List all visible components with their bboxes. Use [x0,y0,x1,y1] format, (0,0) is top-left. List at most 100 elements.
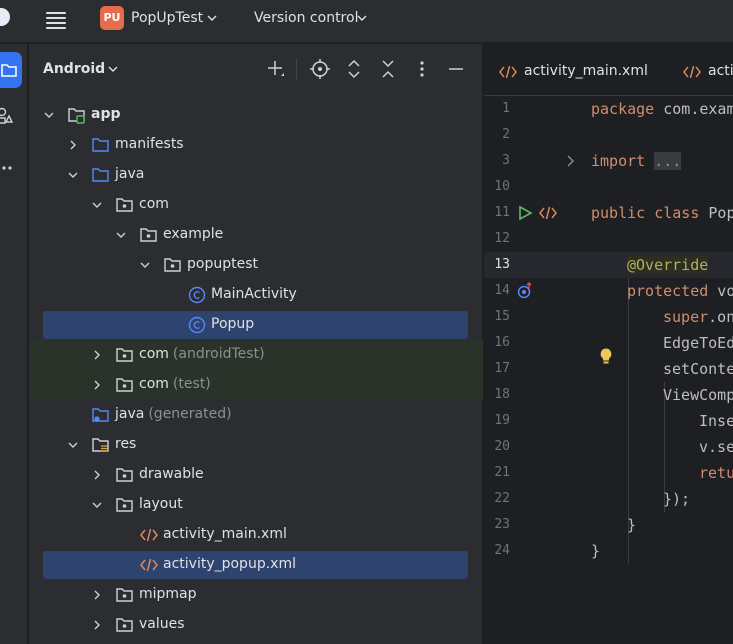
tree-item-layout[interactable]: layout [29,490,483,520]
options-menu-icon[interactable] [411,58,433,80]
package-icon [116,348,133,362]
tree-item-example[interactable]: example [29,220,483,250]
code-area[interactable]: 1 2 3 10 11 12 13 14 15 16 17 18 19 20 2… [484,96,733,644]
expanded-arrow-icon[interactable] [91,199,103,211]
line-number: 15 [494,309,510,324]
tree-item-mainactivity[interactable]: MainActivity [29,280,483,310]
expanded-arrow-icon[interactable] [91,499,103,511]
resource-folder-icon [92,438,109,452]
selection-highlight [43,311,468,339]
code-line-23: } [627,516,637,534]
tree-item-label: example [163,226,224,242]
tree-item-app[interactable]: app [29,100,483,130]
tree-item-popuptest[interactable]: popuptest [29,250,483,280]
code-line-22: }); [663,490,691,508]
folded-imports[interactable]: ... [654,152,682,170]
more-tools-icon[interactable] [0,158,14,178]
tree-item-label: com (test) [139,376,211,392]
tree-item-drawable[interactable]: drawable [29,460,483,490]
tree-item-label: app [91,106,121,122]
lightbulb-icon[interactable] [597,347,615,365]
collapsed-arrow-icon[interactable] [91,469,103,481]
line-number: 24 [494,543,510,558]
tree-item-mipmap[interactable]: mipmap [29,580,483,610]
android-studio-logo-icon[interactable] [0,8,10,26]
folder-icon [92,168,109,182]
tree-item-activity-popup-xml[interactable]: activity_popup.xml [29,550,483,580]
tree-item-com-androidtest[interactable]: com (androidTest) [29,340,483,370]
expanded-arrow-icon[interactable] [67,439,79,451]
run-icon[interactable] [516,204,534,222]
line-number: 22 [494,491,510,506]
package-icon [164,258,181,272]
tree-item-label: activity_main.xml [163,526,287,542]
title-bar: PU PopUpTest Version control [0,0,733,43]
code-line-15: super.on [663,308,733,326]
tree-item-com[interactable]: com [29,190,483,220]
expanded-arrow-icon[interactable] [115,229,127,241]
main-menu-icon[interactable] [44,9,68,29]
collapse-all-icon[interactable] [377,58,399,80]
code-line-3: import ... [591,152,682,170]
chevron-down-icon[interactable] [107,63,119,75]
code-line-18: ViewComp [663,386,733,404]
expanded-arrow-icon[interactable] [139,259,151,271]
expand-all-icon[interactable] [343,58,365,80]
chevron-down-icon[interactable] [206,12,218,24]
code-line-17: setConte [663,360,733,378]
add-icon[interactable] [265,58,287,80]
tree-item-java[interactable]: java [29,160,483,190]
code-editor: activity_main.xml activi 1 2 3 10 11 12 … [484,44,733,644]
tree-item-label: MainActivity [211,286,297,302]
locate-icon[interactable] [309,58,331,80]
tree-item-manifests[interactable]: manifests [29,130,483,160]
project-view-selector[interactable]: Android [43,61,105,77]
tree-item-label: mipmap [139,586,197,602]
collapsed-arrow-icon[interactable] [91,379,103,391]
expanded-arrow-icon[interactable] [43,109,55,121]
line-number: 14 [494,283,510,298]
resource-manager-icon[interactable] [0,106,14,126]
tree-item-label: Popup [211,316,255,332]
tree-item-com-test[interactable]: com (test) [29,370,483,400]
xml-file-icon [140,558,158,572]
tree-item-label: manifests [115,136,184,152]
line-number: 21 [494,465,510,480]
collapsed-arrow-icon[interactable] [91,589,103,601]
line-number: 11 [494,205,510,220]
project-badge[interactable]: PU [100,6,124,30]
class-icon [188,316,206,334]
line-number: 2 [502,127,510,142]
layout-file-link-icon[interactable] [539,204,557,222]
collapsed-arrow-icon[interactable] [67,139,79,151]
collapsed-arrow-icon[interactable] [91,349,103,361]
expanded-arrow-icon[interactable] [67,169,79,181]
xml-file-icon [499,65,517,79]
tree-item-label: popuptest [187,256,258,272]
tree-item-values[interactable]: values [29,610,483,640]
tree-item-label: values [139,616,185,632]
project-panel: Android app manifests java com example p… [29,44,483,644]
tab-label: activi [708,63,733,79]
project-tool-button[interactable] [0,52,22,88]
folder-icon [92,138,109,152]
tree-item-label: res [115,436,137,452]
override-method-icon[interactable] [516,282,534,300]
chevron-down-icon[interactable] [356,12,368,24]
collapsed-arrow-icon[interactable] [91,619,103,631]
folder-icon [1,64,17,77]
hide-panel-icon[interactable] [445,58,467,80]
project-name[interactable]: PopUpTest [131,10,203,26]
line-number: 17 [494,361,510,376]
tree-item-popup[interactable]: Popup [29,310,483,340]
version-control-menu[interactable]: Version control [254,10,358,26]
fold-arrow-icon[interactable] [562,152,580,170]
line-number: 20 [494,439,510,454]
package-icon [116,198,133,212]
tree-item-activity-main-xml[interactable]: activity_main.xml [29,520,483,550]
package-icon [140,228,157,242]
package-icon [116,618,133,632]
tree-item-java-generated[interactable]: java (generated) [29,400,483,430]
line-number: 12 [494,231,510,246]
tree-item-res[interactable]: res [29,430,483,460]
